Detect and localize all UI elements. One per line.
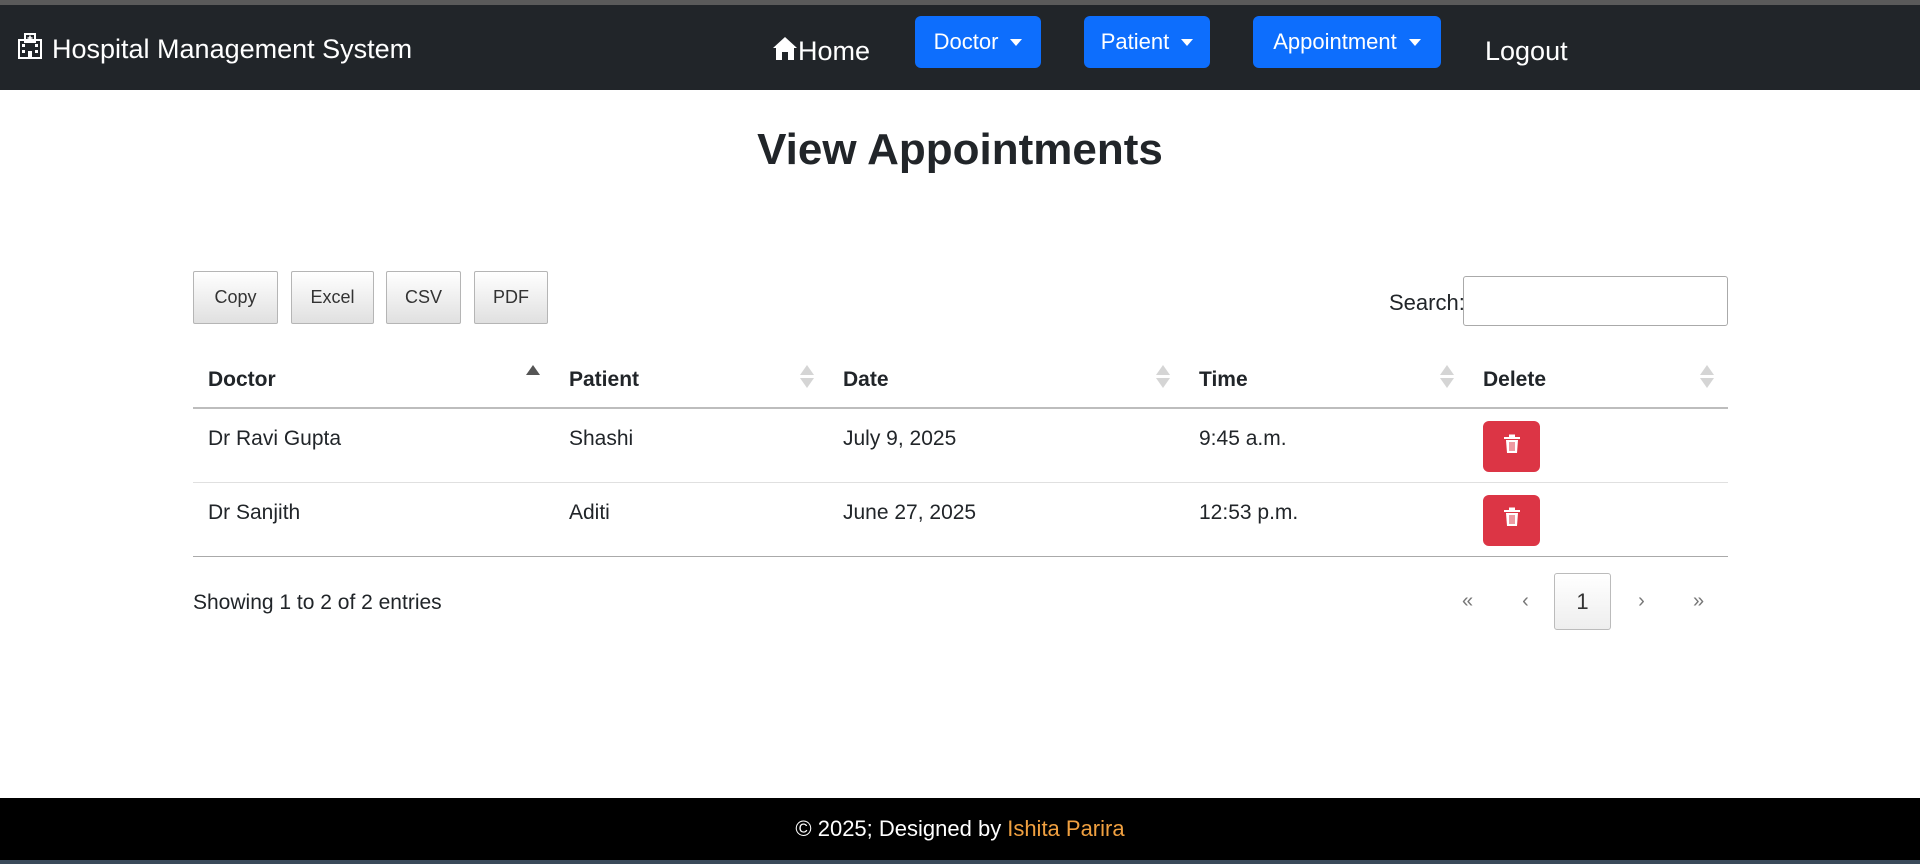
- column-header-time[interactable]: Time: [1184, 353, 1468, 408]
- hospital-icon: [16, 32, 52, 67]
- sort-icon: [1700, 365, 1714, 388]
- nav-home-link[interactable]: Home: [772, 33, 870, 69]
- cell-delete: [1468, 482, 1728, 556]
- navbar: Hospital Management System Home Doctor P…: [0, 5, 1920, 90]
- sort-icon: [1440, 365, 1454, 388]
- caret-down-icon: [1181, 38, 1194, 46]
- footer-text: © 2025; Designed by: [795, 816, 1002, 841]
- cell-date: June 27, 2025: [843, 500, 977, 524]
- table-info: Showing 1 to 2 of 2 entries: [193, 591, 442, 614]
- cell-doctor: Dr Ravi Gupta: [208, 427, 342, 450]
- next-page-button[interactable]: ›: [1613, 573, 1670, 630]
- csv-button[interactable]: CSV: [386, 271, 461, 324]
- window-bottom-edge: [0, 860, 1920, 864]
- cell-time: 9:45 a.m.: [1199, 427, 1287, 450]
- nav-home-label: Home: [798, 35, 871, 66]
- navbar-brand[interactable]: Hospital Management System: [16, 32, 413, 67]
- appointment-menu-label: Appointment: [1273, 29, 1397, 54]
- cell-patient: Shashi: [569, 427, 634, 450]
- table-header-row: Doctor Patient Date Time Delete: [193, 353, 1728, 408]
- trash-icon: [1503, 434, 1521, 460]
- delete-button[interactable]: [1483, 494, 1540, 546]
- caret-down-icon: [1010, 38, 1023, 46]
- doctor-menu-button[interactable]: Doctor: [915, 16, 1041, 68]
- cell-date: July 9, 2025: [843, 427, 957, 450]
- patient-menu-label: Patient: [1100, 29, 1170, 54]
- page-1-button[interactable]: 1: [1554, 573, 1611, 630]
- search-input[interactable]: [1463, 276, 1728, 326]
- trash-icon: [1503, 507, 1521, 533]
- page-title: View Appointments: [757, 125, 1163, 174]
- logout-link[interactable]: Logout: [1485, 36, 1568, 67]
- column-header-patient[interactable]: Patient: [554, 353, 828, 408]
- cell-time: 12:53 p.m.: [1199, 500, 1299, 524]
- first-page-button[interactable]: «: [1439, 573, 1496, 630]
- sort-icon: [1156, 365, 1170, 388]
- sort-icon: [800, 365, 814, 388]
- cell-patient: Aditi: [569, 500, 610, 524]
- delete-button[interactable]: [1483, 421, 1540, 472]
- appointment-menu-button[interactable]: Appointment: [1253, 16, 1441, 68]
- pdf-button[interactable]: PDF: [474, 271, 548, 324]
- footer-author-link[interactable]: Ishita Parira: [1007, 816, 1124, 842]
- column-header-delete[interactable]: Delete: [1468, 353, 1728, 408]
- column-header-date[interactable]: Date: [828, 353, 1184, 408]
- caret-down-icon: [1408, 38, 1421, 46]
- appointments-table: Doctor Patient Date Time Delete Dr Ravi …: [193, 353, 1728, 557]
- last-page-button[interactable]: »: [1670, 573, 1727, 630]
- patient-menu-button[interactable]: Patient: [1084, 16, 1210, 68]
- excel-button[interactable]: Excel: [291, 271, 374, 324]
- doctor-menu-label: Doctor: [933, 29, 999, 54]
- cell-delete: [1468, 408, 1728, 482]
- previous-page-button[interactable]: ‹: [1497, 573, 1554, 630]
- copy-button[interactable]: Copy: [193, 271, 278, 324]
- house-icon: [772, 35, 798, 68]
- sort-asc-icon: [526, 365, 540, 388]
- table-row: Dr Ravi Gupta Shashi July 9, 2025 9:45 a…: [193, 408, 1728, 482]
- cell-doctor: Dr Sanjith: [208, 500, 301, 524]
- column-header-doctor[interactable]: Doctor: [193, 353, 554, 408]
- brand-title: Hospital Management System: [52, 33, 413, 64]
- footer: © 2025; Designed by Ishita Parira: [0, 798, 1920, 860]
- table-row: Dr Sanjith Aditi June 27, 2025 12:53 p.m…: [193, 482, 1728, 556]
- search-label: Search:: [1389, 290, 1465, 315]
